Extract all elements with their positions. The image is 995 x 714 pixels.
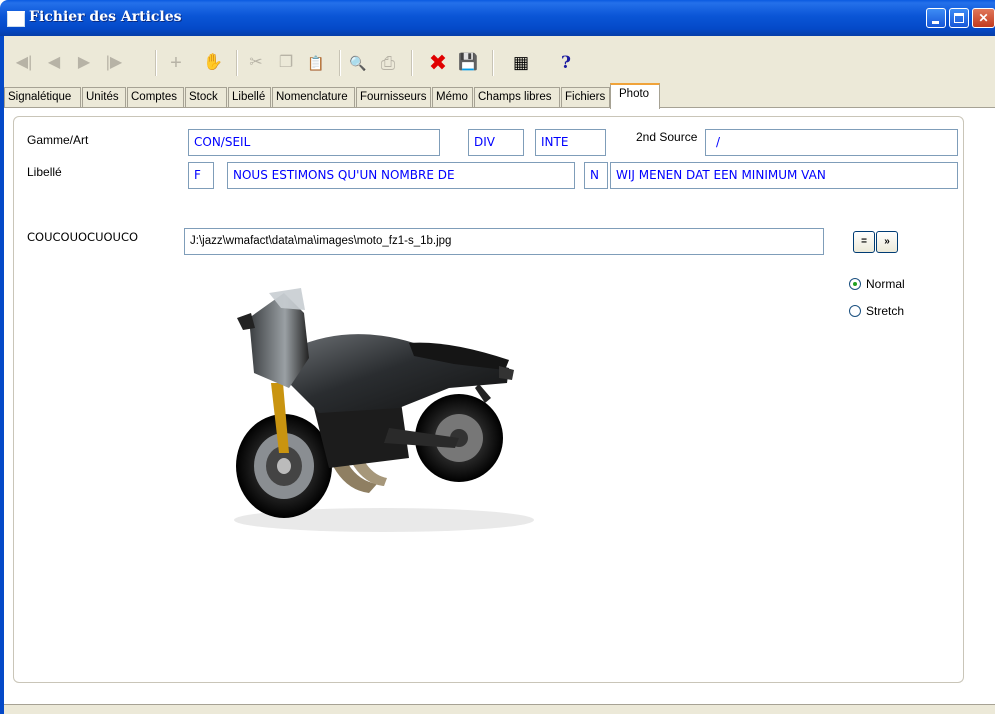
- maximize-button[interactable]: [949, 8, 969, 28]
- radio-stretch-indicator[interactable]: [849, 305, 861, 317]
- photo-label: COUCOUOCUOUCO: [27, 230, 139, 244]
- libelle-lang1-field[interactable]: F: [188, 162, 214, 189]
- minimize-icon: [932, 21, 939, 24]
- cut-icon[interactable]: ✂: [244, 52, 268, 74]
- tab-photo[interactable]: Photo: [610, 83, 660, 109]
- print-icon[interactable]: ⎙: [376, 52, 400, 74]
- code2-field[interactable]: INTE: [535, 129, 606, 156]
- tab-libelle[interactable]: Libellé: [228, 87, 271, 107]
- radio-normal-indicator[interactable]: [849, 278, 861, 290]
- tab-fichiers[interactable]: Fichiers: [561, 87, 610, 107]
- close-button[interactable]: ✕: [972, 8, 995, 28]
- gamme-art-label: Gamme/Art: [27, 133, 89, 147]
- tab-nomenclature[interactable]: Nomenclature: [272, 87, 355, 107]
- libelle-lang2-field[interactable]: N: [584, 162, 608, 189]
- photo-browse-button[interactable]: »: [876, 231, 898, 253]
- minimize-button[interactable]: [926, 8, 946, 28]
- app-window-icon: [7, 11, 25, 27]
- toolbar-separator: [236, 50, 238, 76]
- tab-fournisseurs[interactable]: Fournisseurs: [356, 87, 431, 107]
- second-source-field[interactable]: /: [705, 129, 958, 156]
- first-record-icon[interactable]: ◀|: [12, 52, 36, 74]
- tab-comptes[interactable]: Comptes: [127, 87, 184, 107]
- radio-stretch[interactable]: Stretch: [849, 304, 929, 320]
- maximize-icon: [954, 13, 964, 23]
- radio-stretch-label: Stretch: [866, 304, 905, 318]
- photo-path-field[interactable]: J:\jazz\wmafact\data\ma\images\moto_fz1-…: [184, 228, 824, 255]
- toolbar-separator: [492, 50, 494, 76]
- tab-content-photo: Gamme/Art CON/SEIL DIV INTE 2nd Source /…: [4, 108, 995, 704]
- toolbar: ◀| ◀ ▶ |▶ + ✋ ✂ ❐ 📋 🔍 ⎙ ✖ 💾 ▦ ?: [4, 44, 995, 82]
- photo-equal-button[interactable]: =: [853, 231, 875, 253]
- tab-memo[interactable]: Mémo: [432, 87, 473, 107]
- radio-normal-label: Normal: [866, 277, 905, 291]
- code1-field[interactable]: DIV: [468, 129, 524, 156]
- libelle-label: Libellé: [27, 165, 62, 179]
- last-record-icon[interactable]: |▶: [102, 52, 126, 74]
- tab-unites[interactable]: Unités: [82, 87, 126, 107]
- article-groupbox: Gamme/Art CON/SEIL DIV INTE 2nd Source /…: [13, 116, 964, 216]
- title-bar[interactable]: Fichier des Articles ✕: [0, 0, 995, 36]
- close-icon: ✕: [978, 11, 989, 25]
- previous-record-icon[interactable]: ◀: [42, 52, 66, 74]
- cancel-icon[interactable]: ✖: [426, 52, 450, 74]
- paste-icon[interactable]: 📋: [304, 52, 328, 74]
- window-title: Fichier des Articles: [29, 9, 182, 25]
- exit-door-icon[interactable]: ▦: [509, 52, 533, 74]
- save-icon[interactable]: 💾: [456, 52, 480, 74]
- hand-icon[interactable]: ✋: [201, 52, 225, 74]
- tab-stock[interactable]: Stock: [185, 87, 227, 107]
- second-source-label: 2nd Source: [636, 130, 698, 144]
- libelle1-field[interactable]: NOUS ESTIMONS QU'UN NOMBRE DE: [227, 162, 575, 189]
- tab-signaletique[interactable]: Signalétique: [4, 87, 81, 107]
- add-icon[interactable]: +: [164, 52, 188, 74]
- toolbar-separator: [339, 50, 341, 76]
- libelle2-field[interactable]: WIJ MENEN DAT EEN MINIMUM VAN: [610, 162, 958, 189]
- search-icon[interactable]: 🔍: [346, 52, 370, 74]
- tab-champs-libres[interactable]: Champs libres: [474, 87, 560, 107]
- motorcycle-photo: [234, 288, 534, 532]
- next-record-icon[interactable]: ▶: [72, 52, 96, 74]
- toolbar-separator: [155, 50, 157, 76]
- tab-strip: Signalétique Unités Comptes Stock Libell…: [4, 82, 995, 109]
- gamme-art-field[interactable]: CON/SEIL: [188, 129, 440, 156]
- status-area: [4, 705, 995, 714]
- radio-normal[interactable]: Normal: [849, 277, 929, 293]
- toolbar-separator: [411, 50, 413, 76]
- help-icon[interactable]: ?: [554, 52, 578, 74]
- photo-groupbox: COUCOUOCUOUCO J:\jazz\wmafact\data\ma\im…: [13, 208, 964, 683]
- copy-icon[interactable]: ❐: [274, 52, 298, 74]
